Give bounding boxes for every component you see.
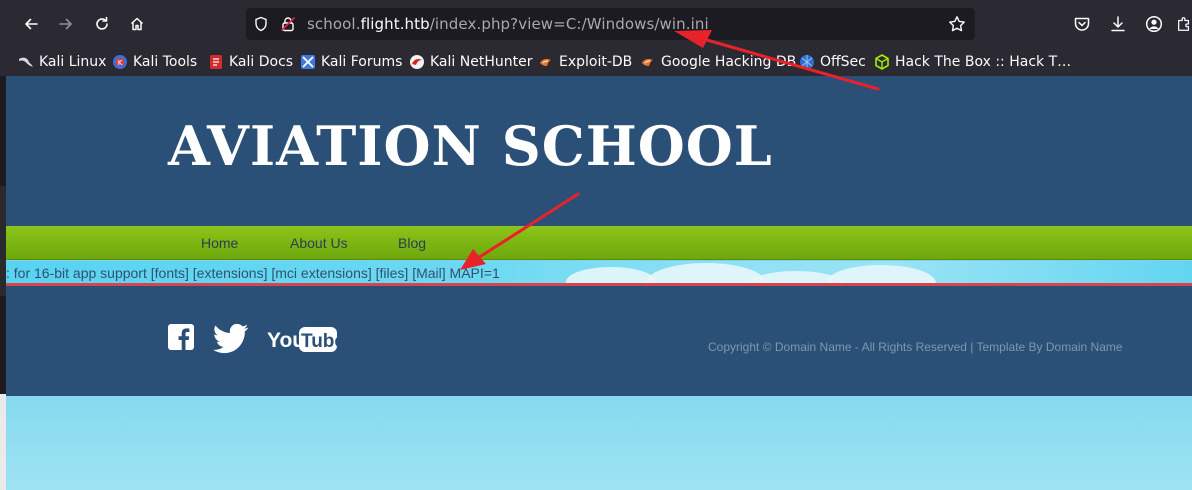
back-button[interactable] xyxy=(18,11,44,37)
kali-dragon-icon xyxy=(18,54,34,70)
bookmark-label: Google Hacking DB xyxy=(661,54,797,70)
bookmark-kali-docs[interactable]: Kali Docs xyxy=(208,51,293,73)
home-icon xyxy=(130,17,144,31)
bookmark-star-icon[interactable] xyxy=(948,15,966,33)
nethunter-icon xyxy=(409,54,425,70)
page-background xyxy=(6,396,1192,490)
offsec-icon xyxy=(799,54,815,70)
forward-button[interactable] xyxy=(53,11,79,37)
downloads-button[interactable] xyxy=(1107,13,1129,35)
browser-toolbar: school.flight.htb/index.php?view=C:/Wind… xyxy=(0,0,1192,48)
url-domain: flight.htb xyxy=(360,15,430,33)
insecure-lock-icon[interactable] xyxy=(279,15,297,33)
svg-text:K: K xyxy=(118,59,123,67)
pocket-button[interactable] xyxy=(1071,13,1093,35)
facebook-icon xyxy=(168,324,194,350)
forward-arrow-icon xyxy=(59,18,72,30)
site-header: AVIATION SCHOOL xyxy=(6,76,1192,226)
extensions-icon xyxy=(1178,17,1190,31)
pocket-icon xyxy=(1074,17,1090,31)
kali-docs-icon xyxy=(208,54,224,70)
site-footer: You Tube Copyright © Domain Name - All R… xyxy=(6,286,1192,396)
home-button[interactable] xyxy=(124,11,150,37)
url-subdomain: school. xyxy=(307,15,361,33)
back-arrow-icon xyxy=(25,18,38,30)
url-path: /index.php?view=C:/Windows/win.ini xyxy=(429,15,709,33)
kali-forums-icon xyxy=(300,54,316,70)
facebook-link[interactable] xyxy=(168,324,194,350)
extensions-button[interactable] xyxy=(1176,13,1192,35)
reload-icon xyxy=(96,16,108,30)
bookmark-label: Hack The Box :: Hack T… xyxy=(895,54,1072,70)
bookmark-kali-nethunter[interactable]: Kali NetHunter xyxy=(409,51,532,73)
bookmark-label: Exploit-DB xyxy=(559,54,633,70)
site-nav: Home About Us Blog xyxy=(6,226,1192,260)
youtube-tube-text: Tube xyxy=(301,331,342,352)
htb-icon xyxy=(874,54,890,70)
address-bar[interactable]: school.flight.htb/index.php?view=C:/Wind… xyxy=(246,8,975,40)
copyright-text: Copyright © Domain Name - All Rights Res… xyxy=(708,340,1123,354)
bookmark-label: Kali Tools xyxy=(133,54,198,70)
account-icon xyxy=(1145,15,1163,33)
bookmark-label: Kali Docs xyxy=(229,54,294,70)
bookmark-label: Kali Linux xyxy=(39,54,107,70)
web-page: AVIATION SCHOOL Home About Us Blog : for… xyxy=(6,76,1192,490)
download-icon xyxy=(1111,16,1125,32)
nav-blog-link[interactable]: Blog xyxy=(398,235,426,251)
bookmark-label: Kali NetHunter xyxy=(430,54,533,70)
shield-icon[interactable] xyxy=(252,15,270,33)
youtube-link[interactable]: You Tube xyxy=(266,324,342,354)
bookmark-kali-forums[interactable]: Kali Forums xyxy=(300,51,402,73)
youtube-icon: You Tube xyxy=(267,327,342,352)
bookmark-hack-the-box[interactable]: Hack The Box :: Hack T… xyxy=(874,51,1071,73)
nav-about-link[interactable]: About Us xyxy=(290,235,348,251)
content-area: : for 16-bit app support [fonts] [extens… xyxy=(6,261,1192,303)
bookmark-google-hacking-db[interactable]: Google Hacking DB xyxy=(640,51,796,73)
site-title: AVIATION SCHOOL xyxy=(168,114,773,178)
bookmark-label: Kali Forums xyxy=(321,54,403,70)
bookmarks-toolbar: Kali Linux K Kali Tools Kali Docs Kali F… xyxy=(0,48,1192,76)
account-button[interactable] xyxy=(1143,13,1165,35)
twitter-icon xyxy=(213,324,249,354)
bookmark-kali-linux[interactable]: Kali Linux xyxy=(18,51,106,73)
kali-tools-icon: K xyxy=(112,54,128,70)
twitter-link[interactable] xyxy=(212,324,250,354)
reload-button[interactable] xyxy=(89,11,115,37)
bookmark-kali-tools[interactable]: K Kali Tools xyxy=(112,51,197,73)
bookmark-label: OffSec xyxy=(820,54,866,70)
ghdb-icon xyxy=(640,54,656,70)
browser-window: school.flight.htb/index.php?view=C:/Wind… xyxy=(0,0,1192,490)
url-text[interactable]: school.flight.htb/index.php?view=C:/Wind… xyxy=(307,15,709,33)
included-file-content: : for 16-bit app support [fonts] [extens… xyxy=(6,265,500,281)
bookmark-offsec[interactable]: OffSec xyxy=(799,51,866,73)
nav-home-link[interactable]: Home xyxy=(201,235,238,251)
bookmark-exploit-db[interactable]: Exploit-DB xyxy=(538,51,632,73)
exploitdb-icon xyxy=(538,54,554,70)
